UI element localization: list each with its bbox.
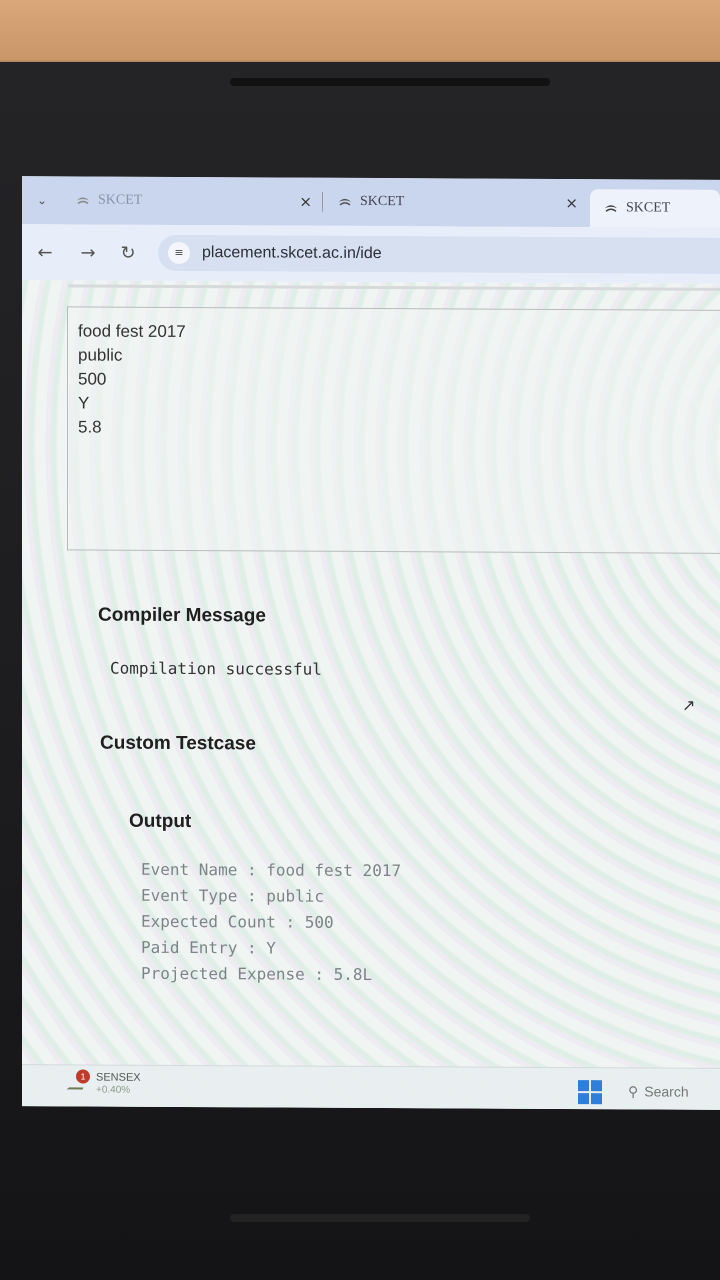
url-text: placement.skcet.ac.in/ide (202, 244, 382, 263)
close-icon[interactable]: × (565, 194, 578, 212)
tab-3-active[interactable]: SKCET (590, 189, 720, 228)
tab-separator (322, 191, 323, 212)
taskbar-search[interactable]: ⚲ Search (628, 1083, 689, 1100)
tab-2[interactable]: SKCET × (322, 184, 590, 221)
laptop-keyboard-edge (230, 1214, 530, 1222)
tab-strip: ⌄ SKCET × SKCET × SKCET (22, 176, 720, 228)
output-heading: Output (129, 810, 192, 833)
input-line: 500 (78, 369, 107, 389)
search-label: Search (644, 1083, 689, 1100)
divider (68, 284, 720, 291)
compiler-message-heading: Compiler Message (98, 604, 266, 627)
input-line: 5.8 (78, 417, 102, 437)
close-icon[interactable]: × (299, 193, 312, 211)
tab-label: SKCET (626, 200, 671, 216)
skcet-favicon-icon (338, 196, 352, 208)
output-line: Paid Entry : Y (141, 937, 276, 958)
output-line: Event Name : food fest 2017 (141, 859, 402, 881)
bezel-hinge (230, 78, 550, 86)
back-arrow-icon[interactable]: ← (22, 242, 68, 263)
tab-search-chevron-icon[interactable]: ⌄ (22, 193, 62, 207)
output-line: Expected Count : 500 (141, 911, 334, 932)
input-line: Y (78, 393, 90, 413)
output-block: Event Name : food fest 2017 Event Type :… (141, 857, 401, 988)
input-line: food fest 2017 (78, 321, 186, 342)
site-info-icon[interactable]: ≡ (168, 241, 190, 265)
skcet-favicon-icon (604, 202, 618, 214)
skcet-favicon-icon (76, 194, 90, 206)
output-line: Projected Expense : 5.8L (141, 963, 373, 985)
input-line: public (78, 345, 123, 365)
custom-testcase-heading[interactable]: Custom Testcase (100, 733, 256, 756)
address-bar: ← → ↻ ≡ placement.skcet.ac.in/ide (22, 224, 720, 284)
forward-arrow-icon[interactable]: → (68, 242, 108, 263)
notification-badge: 1 (76, 1069, 90, 1084)
stock-chart-icon: 1 (66, 1069, 90, 1091)
laptop-screen: ⌄ SKCET × SKCET × SKCET ← → ↻ ≡ placemen… (22, 176, 720, 1110)
taskbar: 1 SENSEX +0.40% ⚲ Search (22, 1064, 720, 1110)
tab-label: SKCET (98, 192, 143, 208)
tab-1[interactable]: SKCET × (62, 182, 324, 219)
url-field[interactable]: ≡ placement.skcet.ac.in/ide (158, 234, 720, 274)
sensex-widget[interactable]: 1 SENSEX +0.40% (66, 1069, 141, 1096)
windows-start-icon[interactable] (578, 1080, 602, 1105)
compiler-message-text: Compilation successful (110, 658, 322, 679)
search-icon: ⚲ (628, 1084, 639, 1101)
sensex-change: +0.40% (96, 1084, 131, 1096)
sensex-label: SENSEX (96, 1071, 141, 1084)
tab-label: SKCET (360, 193, 405, 210)
mouse-cursor-icon: ↗ (682, 695, 696, 715)
output-line: Event Type : public (141, 885, 325, 906)
ide-page: food fest 2017 public 500 Y 5.8 Compiler… (22, 280, 720, 1110)
reload-icon[interactable]: ↻ (108, 242, 148, 263)
custom-input-box[interactable]: food fest 2017 public 500 Y 5.8 (67, 306, 720, 554)
